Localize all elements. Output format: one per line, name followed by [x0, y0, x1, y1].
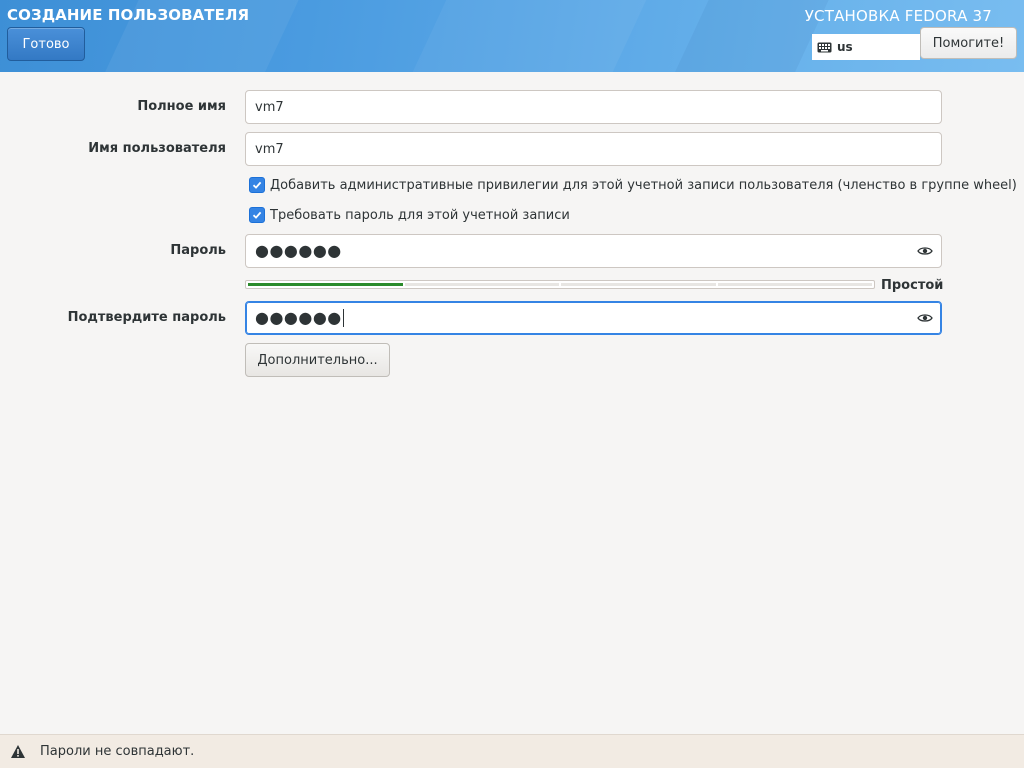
confirm-password-masked-value: ●●●●●●	[255, 308, 342, 327]
checkmark-icon	[252, 211, 262, 219]
full-name-value: vm7	[255, 99, 284, 115]
text-cursor	[342, 309, 344, 327]
password-input[interactable]: ●●●●●●	[245, 234, 942, 268]
product-title: УСТАНОВКА FEDORA 37	[804, 7, 992, 25]
confirm-password-label: Подтвердите пароль	[67, 310, 226, 325]
admin-privileges-option[interactable]: Добавить административные привилегии для…	[249, 177, 1017, 193]
keyboard-layout-label: us	[837, 40, 853, 54]
page-title: СОЗДАНИЕ ПОЛЬЗОВАТЕЛЯ	[7, 6, 250, 24]
require-password-checkbox[interactable]	[249, 207, 265, 223]
done-button[interactable]: Готово	[7, 27, 85, 61]
require-password-label: Требовать пароль для этой учетной записи	[270, 207, 570, 223]
confirm-password-input[interactable]: ●●●●●●	[245, 301, 942, 335]
password-masked-value: ●●●●●●	[255, 241, 342, 260]
admin-privileges-label: Добавить административные привилегии для…	[270, 177, 1017, 193]
keyboard-layout-indicator[interactable]: us	[812, 34, 920, 60]
advanced-button[interactable]: Дополнительно...	[245, 343, 390, 377]
help-button[interactable]: Помогите!	[920, 27, 1017, 59]
eye-icon[interactable]	[917, 311, 933, 325]
full-name-label: Полное имя	[137, 99, 226, 114]
header-bar: СОЗДАНИЕ ПОЛЬЗОВАТЕЛЯ Готово УСТАНОВКА F…	[0, 0, 1024, 72]
strength-segment	[248, 283, 403, 286]
checkmark-icon	[252, 181, 262, 189]
full-name-input[interactable]: vm7	[245, 90, 942, 124]
status-bar: Пароли не совпадают.	[0, 734, 1024, 768]
status-message: Пароли не совпадают.	[40, 744, 195, 759]
strength-segment	[561, 283, 716, 286]
username-value: vm7	[255, 141, 284, 157]
username-label: Имя пользователя	[88, 141, 226, 156]
keyboard-icon	[817, 42, 832, 52]
password-strength-label: Простой	[881, 278, 944, 293]
strength-segment	[717, 283, 872, 286]
user-creation-window: СОЗДАНИЕ ПОЛЬЗОВАТЕЛЯ Готово УСТАНОВКА F…	[0, 0, 1024, 768]
password-label: Пароль	[170, 243, 226, 258]
password-strength-meter	[245, 280, 875, 289]
strength-segment	[404, 283, 559, 286]
header-decoration	[399, 0, 661, 72]
username-input[interactable]: vm7	[245, 132, 942, 166]
eye-icon[interactable]	[917, 244, 933, 258]
require-password-option[interactable]: Требовать пароль для этой учетной записи	[249, 207, 570, 223]
admin-privileges-checkbox[interactable]	[249, 177, 265, 193]
warning-icon	[11, 745, 25, 758]
